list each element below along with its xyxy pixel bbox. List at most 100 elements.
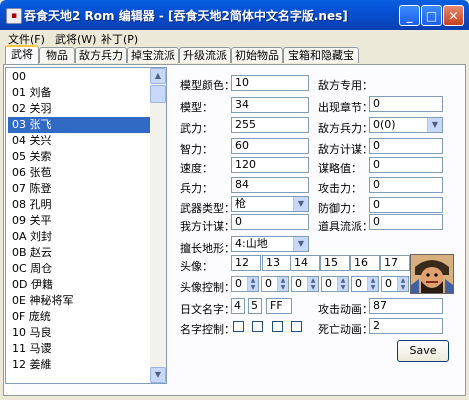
death-anim-field[interactable]: 2 xyxy=(369,318,443,334)
enemy-tactic-field[interactable]: 0 xyxy=(369,138,443,154)
scroll-down-button[interactable]: ▼ xyxy=(150,367,166,383)
portrait-ctrl-stepper[interactable]: 0 ▲ ▼ xyxy=(291,276,319,292)
tab-enemy-troops[interactable]: 敌方兵力 xyxy=(75,47,127,63)
list-item[interactable]: 0F 庞统 xyxy=(8,309,154,325)
enemy-tactic-label: 敌方计谋： xyxy=(318,143,373,156)
speed-field[interactable]: 120 xyxy=(231,157,309,173)
chevron-down-icon[interactable]: ▼ xyxy=(293,237,308,251)
name-ctrl-checkbox[interactable] xyxy=(272,321,283,332)
attack-field[interactable]: 0 xyxy=(369,177,443,193)
chapter-field[interactable]: 0 xyxy=(369,96,443,112)
name-ctrl-checkbox[interactable] xyxy=(233,321,244,332)
chevron-up-icon: ▲ xyxy=(154,71,162,80)
list-item[interactable]: 11 马谡 xyxy=(8,341,154,357)
list-item[interactable]: 0E 神秘将军 xyxy=(8,293,154,309)
list-item[interactable]: 12 姜維 xyxy=(8,357,154,373)
list-item[interactable]: 0B 赵云 xyxy=(8,245,154,261)
enemy-troops-label: 敌方兵力： xyxy=(318,122,373,135)
portrait-ctrl-stepper[interactable]: 0 ▲ ▼ xyxy=(381,276,409,292)
spin-arrows-icon[interactable]: ▲ ▼ xyxy=(247,277,258,291)
maximize-button[interactable]: □ xyxy=(421,5,442,26)
jp-name-field[interactable]: 4 xyxy=(231,298,245,314)
spin-arrows-icon[interactable]: ▲ ▼ xyxy=(367,277,378,291)
death-anim-label: 死亡动画： xyxy=(318,323,373,336)
enemy-troops-value: 0(0) xyxy=(373,118,396,131)
list-item[interactable]: 00 xyxy=(8,69,154,85)
chevron-down-icon[interactable]: ▼ xyxy=(293,197,308,211)
tab-treasure[interactable]: 宝箱和隐藏宝物 xyxy=(283,47,359,77)
weapon-type-select[interactable]: 枪 ▼ xyxy=(231,196,309,212)
enemy-only-label: 敌方专用： xyxy=(318,79,373,92)
stepper-value: 0 xyxy=(355,277,362,290)
minimize-button[interactable]: _ xyxy=(399,5,420,26)
weapon-type-label: 武器类型： xyxy=(180,202,235,215)
list-item[interactable]: 0A 刘封 xyxy=(8,229,154,245)
intel-field[interactable]: 60 xyxy=(231,138,309,154)
defense-field[interactable]: 0 xyxy=(369,197,443,213)
name-ctrl-checkbox[interactable] xyxy=(291,321,302,332)
terrain-value: 4:山地 xyxy=(235,237,268,250)
list-item[interactable]: 07 陈登 xyxy=(8,181,154,197)
list-scrollbar[interactable]: ▲ ▼ xyxy=(150,68,166,383)
spin-arrows-icon[interactable]: ▲ ▼ xyxy=(277,277,288,291)
menu-general[interactable]: 武将(W) xyxy=(55,31,96,47)
menu-patch[interactable]: 补丁(P) xyxy=(101,31,138,47)
portrait-field[interactable]: 13 xyxy=(262,255,292,271)
enemy-troops-select[interactable]: 0(0) ▼ xyxy=(369,117,443,133)
portrait-ctrl-stepper[interactable]: 0 ▲ ▼ xyxy=(351,276,379,292)
portrait-field[interactable]: 14 xyxy=(290,255,320,271)
attack-anim-field[interactable]: 87 xyxy=(369,298,443,314)
terrain-select[interactable]: 4:山地 ▼ xyxy=(231,236,309,252)
list-item[interactable]: 0D 伊籍 xyxy=(8,277,154,293)
portrait-field[interactable]: 12 xyxy=(231,255,261,271)
item-flow-field[interactable]: 0 xyxy=(369,214,443,230)
spin-arrows-icon[interactable]: ▲ ▼ xyxy=(397,277,408,291)
portrait-ctrl-stepper[interactable]: 0 ▲ ▼ xyxy=(231,276,259,292)
portrait-ctrl-stepper[interactable]: 0 ▲ ▼ xyxy=(321,276,349,292)
close-button[interactable]: ✕ xyxy=(443,5,464,26)
tab-levelup-flow[interactable]: 升级流派 xyxy=(179,47,231,63)
strategy-label: 谋略值： xyxy=(318,162,362,175)
portrait-ctrl-stepper[interactable]: 0 ▲ ▼ xyxy=(261,276,289,292)
troops-field[interactable]: 84 xyxy=(231,177,309,193)
list-item-selected[interactable]: 03 张飞 xyxy=(8,117,154,133)
tab-items[interactable]: 物品 xyxy=(39,47,75,63)
spin-arrows-icon[interactable]: ▲ ▼ xyxy=(307,277,318,291)
attack-label: 攻击力： xyxy=(318,182,362,195)
jp-name-field[interactable]: FF xyxy=(266,298,292,314)
list-item[interactable]: 0C 周仓 xyxy=(8,261,154,277)
chevron-down-icon[interactable]: ▼ xyxy=(427,118,442,132)
model-field[interactable]: 34 xyxy=(231,97,309,113)
app-icon: ▪ xyxy=(6,8,22,24)
name-ctrl-checkbox[interactable] xyxy=(252,321,263,332)
our-tactic-field[interactable]: 0 xyxy=(231,214,309,230)
minimize-icon: _ xyxy=(406,9,413,23)
force-field[interactable]: 255 xyxy=(231,117,309,133)
jp-name-label: 日文名字： xyxy=(180,303,235,316)
defense-label: 防御力： xyxy=(318,202,362,215)
list-item[interactable]: 01 刘备 xyxy=(8,85,154,101)
list-item[interactable]: 02 关羽 xyxy=(8,101,154,117)
scroll-thumb[interactable] xyxy=(150,85,166,103)
model-color-field[interactable]: 10 xyxy=(231,75,309,91)
save-button[interactable]: Save xyxy=(397,340,449,362)
window-title: 吞食天地2 Rom 编辑器 - [吞食天地2简体中文名字版.nes] xyxy=(24,9,348,23)
tab-initial-items[interactable]: 初始物品 xyxy=(231,47,283,63)
strategy-field[interactable]: 0 xyxy=(369,157,443,173)
list-item[interactable]: 06 张苞 xyxy=(8,165,154,181)
terrain-label: 擅长地形： xyxy=(180,242,235,255)
tab-drop-flow[interactable]: 掉宝流派 xyxy=(127,47,179,63)
scroll-up-button[interactable]: ▲ xyxy=(150,68,166,84)
general-list[interactable]: 00 01 刘备 02 关羽 03 张飞 04 关兴 05 关索 06 张苞 0… xyxy=(5,67,167,384)
tab-generals[interactable]: 武将 xyxy=(5,45,39,64)
list-item[interactable]: 09 关平 xyxy=(8,213,154,229)
jp-name-field[interactable]: 5 xyxy=(248,298,262,314)
list-item[interactable]: 08 孔明 xyxy=(8,197,154,213)
portrait-field[interactable]: 15 xyxy=(320,255,350,271)
list-item[interactable]: 05 关索 xyxy=(8,149,154,165)
list-item[interactable]: 04 关兴 xyxy=(8,133,154,149)
portrait-field[interactable]: 17 xyxy=(380,255,410,271)
spin-arrows-icon[interactable]: ▲ ▼ xyxy=(337,277,348,291)
list-item[interactable]: 10 马良 xyxy=(8,325,154,341)
portrait-field[interactable]: 16 xyxy=(350,255,380,271)
